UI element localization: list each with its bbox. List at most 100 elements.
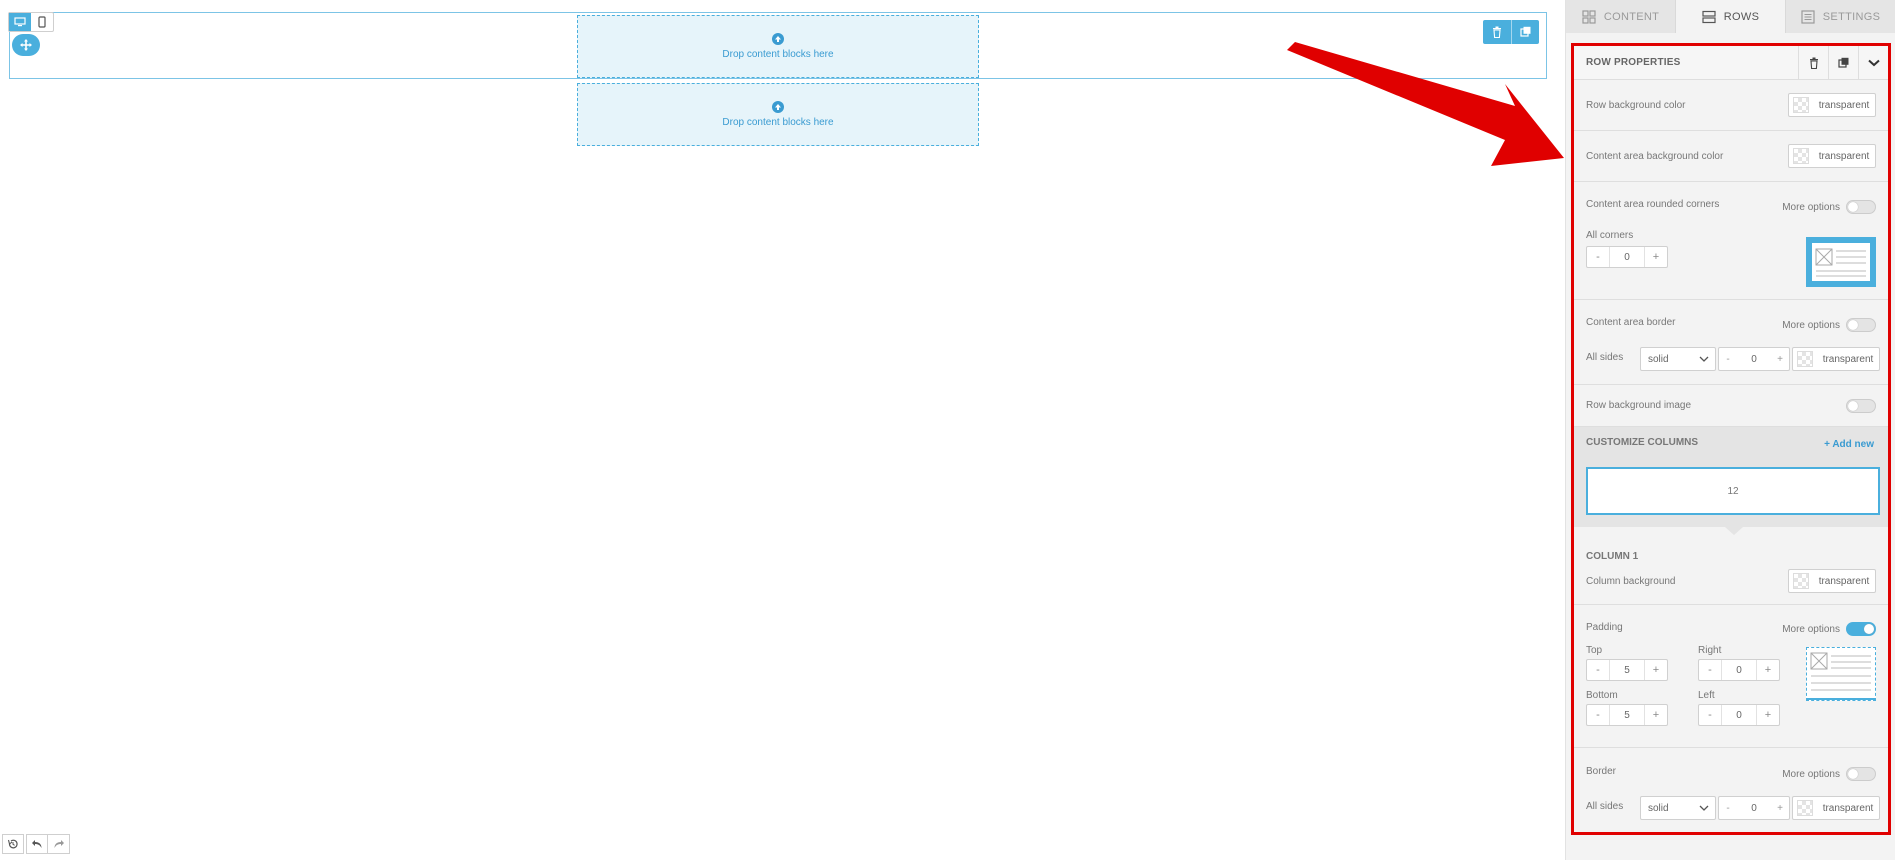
decrement-button[interactable]: - [1699, 705, 1721, 725]
column-border-color-picker[interactable]: transparent [1792, 796, 1880, 820]
stepper-value[interactable]: 0 [1721, 660, 1757, 680]
column-1-title: COLUMN 1 [1586, 551, 1639, 562]
column-border-more-options-toggle[interactable] [1846, 767, 1876, 781]
dropzone-label: Drop content blocks here [722, 117, 834, 128]
row-background-image-label: Row background image [1586, 400, 1692, 411]
chevron-down-icon [1699, 805, 1709, 811]
border-style-value: solid [1648, 802, 1669, 814]
decrement-button[interactable]: - [1719, 797, 1737, 819]
increment-button[interactable]: + [1757, 660, 1779, 680]
border-color-picker[interactable]: transparent [1792, 347, 1880, 371]
tab-content[interactable]: CONTENT [1566, 0, 1676, 33]
more-options-label: More options [1782, 201, 1840, 213]
column-border-more-options: More options [1782, 767, 1876, 781]
rounded-corners-label: Content area rounded corners [1586, 199, 1720, 210]
mobile-view-button[interactable] [31, 13, 53, 31]
all-sides-label: All sides [1586, 352, 1624, 363]
more-options-label: More options [1782, 768, 1840, 780]
editor-canvas: Drop content blocks here Drop content bl… [0, 0, 1565, 860]
redo-icon [54, 840, 64, 848]
content-background-color-picker[interactable]: transparent [1788, 144, 1876, 168]
border-label: Border [1586, 766, 1617, 777]
redo-button[interactable] [48, 834, 70, 854]
move-row-handle[interactable] [12, 34, 40, 56]
undo-icon [32, 840, 42, 848]
history-icon [7, 839, 18, 849]
stepper-value[interactable]: 0 [1737, 797, 1771, 819]
content-background-label: Content area background color [1586, 150, 1724, 162]
increment-button[interactable]: + [1771, 797, 1789, 819]
decrement-button[interactable]: - [1699, 660, 1721, 680]
settings-list-icon [1801, 9, 1815, 24]
column-layout-box[interactable]: 12 [1586, 467, 1880, 515]
increment-button[interactable]: + [1771, 348, 1789, 370]
transparent-swatch-icon [1793, 148, 1809, 164]
trash-icon [1809, 57, 1818, 69]
tab-content-label: CONTENT [1603, 10, 1660, 23]
decrement-button[interactable]: - [1719, 348, 1737, 370]
dropzone-label: Drop content blocks here [722, 49, 834, 60]
rounded-more-options-toggle[interactable] [1846, 200, 1876, 214]
increment-button[interactable]: + [1757, 705, 1779, 725]
decrement-button[interactable]: - [1587, 660, 1609, 680]
row-properties-title: ROW PROPERTIES [1586, 57, 1681, 68]
mobile-icon [38, 16, 46, 28]
increment-button[interactable]: + [1645, 705, 1667, 725]
undo-button[interactable] [26, 834, 48, 854]
border-style-select[interactable]: solid [1640, 347, 1716, 371]
padding-top-stepper: - 5 + [1586, 659, 1668, 681]
row-background-image-toggle[interactable] [1846, 398, 1876, 413]
increment-button[interactable]: + [1645, 660, 1667, 680]
column-1-settings: COLUMN 1 Column background transparent [1574, 527, 1888, 605]
transparent-swatch-icon [1797, 800, 1813, 816]
desktop-view-button[interactable] [9, 13, 31, 31]
all-corners-stepper: - 0 + [1586, 246, 1668, 268]
tab-rows[interactable]: ROWS [1676, 0, 1786, 33]
dropzone[interactable]: Drop content blocks here [577, 15, 979, 78]
row-background-color-picker[interactable]: transparent [1788, 93, 1876, 117]
column-background-label: Column background [1586, 576, 1676, 587]
padding-top-label: Top [1586, 645, 1603, 656]
column-border-style-select[interactable]: solid [1640, 796, 1716, 820]
padding-left-stepper: - 0 + [1698, 704, 1780, 726]
properties-sidebar: CONTENT ROWS SETTINGS ROW PROPERTIES Row… [1565, 0, 1895, 860]
row-properties-header: ROW PROPERTIES [1574, 46, 1888, 80]
padding-preview [1806, 647, 1876, 701]
decrement-button[interactable]: - [1587, 247, 1609, 267]
padding-right-label: Right [1698, 645, 1722, 656]
column-background-color-picker[interactable]: transparent [1788, 569, 1876, 593]
row-background-image-setting: Row background image [1574, 385, 1888, 427]
stepper-value[interactable]: 5 [1609, 660, 1645, 680]
upload-arrow-icon [772, 33, 784, 45]
decrement-button[interactable]: - [1587, 705, 1609, 725]
row-background-label: Row background color [1586, 99, 1686, 111]
column-border-setting: Border More options All sides solid - 0 … [1574, 748, 1888, 832]
move-icon [20, 39, 32, 51]
increment-button[interactable]: + [1645, 247, 1667, 267]
color-value: transparent [1818, 575, 1870, 587]
add-column-button[interactable]: + Add new [1824, 439, 1874, 450]
border-style-value: solid [1648, 353, 1669, 365]
row-background-setting: Row background color transparent [1574, 80, 1888, 131]
tab-settings[interactable]: SETTINGS [1786, 0, 1895, 33]
color-value: transparent [1818, 150, 1870, 162]
color-value: transparent [1818, 99, 1870, 111]
stepper-value[interactable]: 0 [1609, 247, 1645, 267]
dropzone[interactable]: Drop content blocks here [577, 83, 979, 146]
stepper-value[interactable]: 0 [1737, 348, 1771, 370]
add-new-label: Add new [1832, 439, 1874, 450]
stepper-value[interactable]: 5 [1609, 705, 1645, 725]
stepper-value[interactable]: 0 [1721, 705, 1757, 725]
padding-more-options-toggle[interactable] [1846, 622, 1876, 636]
padding-more-options: More options [1782, 622, 1876, 636]
transparent-swatch-icon [1797, 351, 1813, 367]
chevron-down-icon [1867, 59, 1880, 66]
duplicate-icon [1837, 57, 1848, 68]
duplicate-row-button[interactable] [1828, 46, 1858, 80]
rounded-corners-setting: Content area rounded corners More option… [1574, 182, 1888, 300]
transparent-swatch-icon [1793, 573, 1809, 589]
history-button[interactable] [2, 834, 24, 854]
border-more-options-toggle[interactable] [1846, 318, 1876, 332]
delete-row-button[interactable] [1798, 46, 1828, 80]
collapse-button[interactable] [1858, 46, 1888, 80]
